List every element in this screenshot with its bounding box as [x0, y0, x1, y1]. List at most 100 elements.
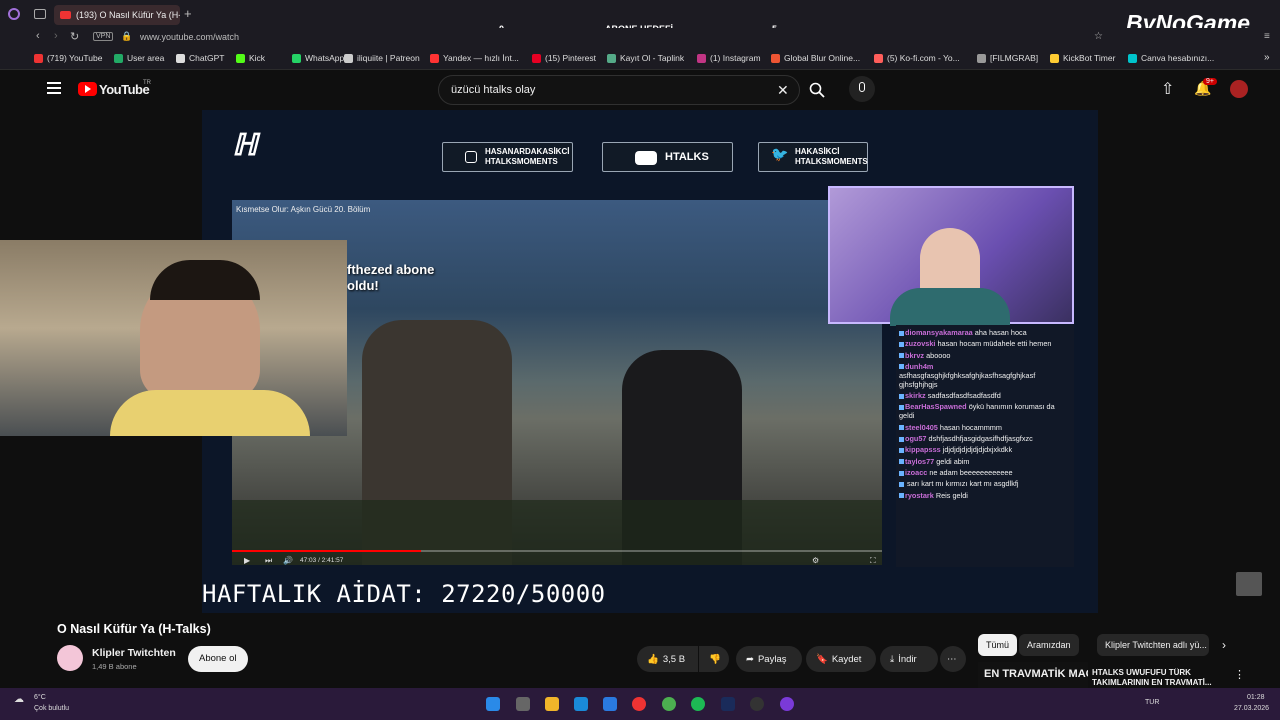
dislike-button[interactable]: 👎 [699, 646, 729, 672]
discord-icon[interactable] [780, 697, 794, 711]
chat-username: dunh4m [905, 361, 934, 371]
menu-icon[interactable]: ≡ [1264, 31, 1270, 42]
more-actions-button[interactable]: ⋯ [940, 646, 966, 672]
chip-aramizdan[interactable]: Aramızdan [1019, 634, 1079, 656]
bookmark-item[interactable]: ChatGPT [176, 53, 224, 63]
youtube-logo-text[interactable]: YouTube [99, 82, 150, 97]
thumbnail-text: EN TRAVMATİK MAÇ [984, 668, 1088, 680]
upload-icon[interactable]: ⇧ [1161, 79, 1174, 99]
vpn-icon[interactable]: VPN [93, 32, 114, 41]
progress-bar[interactable] [232, 550, 882, 552]
search-icon[interactable] [804, 75, 830, 105]
chat-bubble-icon[interactable] [1236, 572, 1262, 596]
chip-channel[interactable]: Klipler Twitchten adlı yü... [1097, 634, 1209, 656]
bookmark-favicon-icon [874, 53, 883, 63]
bookmark-item[interactable]: iliquiite | Patreon [344, 53, 420, 63]
edge-icon[interactable] [574, 697, 588, 711]
fullscreen-icon[interactable]: ⛶ [870, 556, 876, 566]
chips-next-icon[interactable]: › [1222, 638, 1226, 652]
bookmark-star-icon[interactable]: ☆ [1094, 31, 1103, 42]
language-indicator[interactable]: TUR [1145, 699, 1159, 706]
recommendation-more-icon[interactable]: ⋮ [1234, 668, 1245, 681]
download-button[interactable]: ⤓ İndir [880, 646, 938, 672]
clock-time[interactable]: 01:28 [1247, 694, 1265, 701]
forward-icon[interactable]: › [54, 30, 58, 42]
back-icon[interactable]: ‹ [36, 30, 40, 42]
share-icon: ➦ [746, 653, 754, 665]
workspaces-icon[interactable] [34, 9, 46, 19]
reload-icon[interactable]: ↻ [70, 30, 79, 43]
bookmark-item[interactable]: User area [114, 53, 164, 63]
clear-search-icon[interactable]: ✕ [777, 76, 789, 104]
recommendation-title[interactable]: HTALKS UWUFUFU TÜRK TAKIMLARININ EN TRAV… [1092, 668, 1228, 688]
channel-avatar[interactable] [57, 645, 83, 671]
bookmark-label: Yandex — hızlı İnt... [443, 53, 519, 63]
save-button[interactable]: 🔖 Kaydet [806, 646, 876, 672]
url-field[interactable]: www.youtube.com/watch [140, 32, 239, 42]
bookmark-item[interactable]: (719) YouTube [34, 53, 102, 63]
bookmarks-overflow-icon[interactable]: » [1264, 52, 1270, 63]
play-icon[interactable]: ▶ [244, 556, 250, 565]
bookmark-item[interactable]: Yandex — hızlı İnt... [430, 53, 519, 63]
youtube-favicon-icon [60, 11, 71, 19]
youtube-logo-icon[interactable] [78, 82, 97, 96]
bookmark-item[interactable]: (5) Ko-fi.com - Yo... [874, 53, 960, 63]
settings-icon[interactable]: ⚙ [812, 556, 819, 565]
bookmark-label: (5) Ko-fi.com - Yo... [887, 53, 960, 63]
bookmark-item[interactable]: (1) Instagram [697, 53, 761, 63]
channel-name[interactable]: Klipler Twitchten [92, 647, 176, 659]
lock-icon: 🔒 [121, 31, 133, 41]
task-view-icon[interactable] [516, 697, 530, 711]
chat-text: Reis geldi [935, 490, 968, 500]
hamburger-menu-icon[interactable] [47, 82, 61, 94]
next-icon[interactable]: ⏭ [265, 556, 272, 566]
opera-icon[interactable] [632, 697, 646, 711]
clock-date[interactable]: 27.03.2026 [1234, 705, 1269, 712]
tab-active[interactable]: (193) O Nasıl Küfür Ya (H-T... [54, 5, 180, 25]
bookmark-item[interactable]: Kayıt Ol - Taplink [607, 53, 684, 63]
chat-badge-icon [899, 330, 904, 336]
recommendation-thumbnail[interactable]: EN TRAVMATİK MAÇ [978, 662, 1088, 688]
share-button[interactable]: ➦ Paylaş [736, 646, 802, 672]
new-tab-icon[interactable]: + [184, 6, 192, 21]
chat-username: ryostark [905, 490, 934, 500]
region-code: TR [143, 80, 151, 86]
like-button[interactable]: 👍 3,5 B [637, 646, 698, 672]
subscribe-button[interactable]: Abone ol [188, 646, 248, 672]
browser-logo-icon[interactable] [8, 8, 20, 20]
streamer-cam-top [828, 186, 1074, 326]
start-icon[interactable] [486, 697, 500, 711]
chat-username: BearHasSpawned [905, 402, 967, 412]
steam-icon[interactable] [750, 697, 764, 711]
bookmark-item[interactable]: WhatsApp [292, 53, 344, 63]
file-explorer-icon[interactable] [545, 697, 559, 711]
download-icon: ⤓ [890, 653, 895, 665]
bookmark-item[interactable]: (15) Pinterest [532, 53, 596, 63]
search-input[interactable]: üzücü htalks olay ✕ [438, 75, 800, 105]
bookmark-item[interactable]: [FILMGRAB] [977, 53, 1038, 63]
chat-text: asfhasgfasghjkfghksafghjkasfhsagfghjkasf… [899, 370, 1036, 389]
volume-icon[interactable]: 🔊 [283, 556, 293, 565]
facecam [0, 240, 347, 436]
chat-badge-icon [899, 425, 904, 431]
chat-message: skirkz sadfasdfasdfsadfasdfd [899, 391, 1071, 400]
spotify-icon[interactable] [691, 697, 705, 711]
photoshop-icon[interactable] [721, 697, 735, 711]
bookmark-item[interactable]: Canva hesabınızı... [1128, 53, 1214, 63]
voice-search-icon[interactable] [849, 76, 875, 102]
social-twitter: 🐦 HAKASİKCİ HTALKSMOMENTS [758, 142, 868, 172]
bookmark-item[interactable]: Kick [236, 53, 265, 63]
streamer-hoodie [890, 288, 1010, 326]
app-icon[interactable] [603, 697, 617, 711]
avatar[interactable] [1230, 80, 1248, 98]
bookmark-item[interactable]: KickBot Timer [1050, 53, 1115, 63]
chat-badge-icon [899, 470, 904, 476]
chat-message: sarı kart mı kırmızı kart mı asgdlkfj [899, 479, 1071, 488]
download-label: İndir [898, 653, 917, 665]
chat-username: taylos77 [905, 456, 935, 466]
save-icon: 🔖 [816, 653, 828, 665]
chrome-icon[interactable] [662, 697, 676, 711]
address-bar: ‹ › ↻ VPN 🔒 www.youtube.com/watch ☆ ≡ [0, 28, 1280, 48]
bookmark-item[interactable]: Global Blur Online... [771, 53, 860, 63]
chip-all[interactable]: Tümü [978, 634, 1018, 656]
